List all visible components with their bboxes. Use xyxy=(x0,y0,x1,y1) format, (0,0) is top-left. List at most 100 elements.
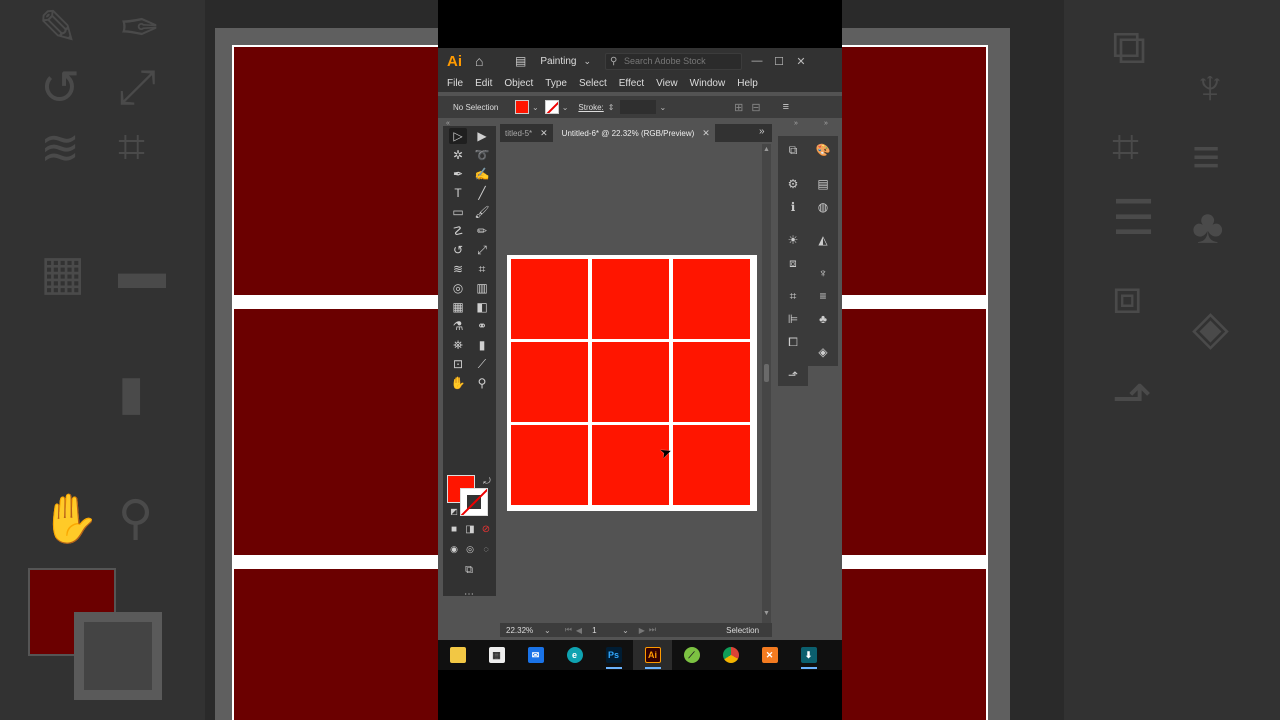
red-rectangle[interactable] xyxy=(592,425,669,505)
chevron-down-icon[interactable]: ⌄ xyxy=(659,103,666,112)
red-rectangle[interactable] xyxy=(511,342,588,422)
chevron-down-icon[interactable]: ⌄ xyxy=(544,626,551,635)
menu-select[interactable]: Select xyxy=(579,78,607,89)
more-tools-icon[interactable]: ⋯ xyxy=(460,587,478,603)
blend-icon[interactable]: ⚭ xyxy=(473,318,491,334)
menu-edit[interactable]: Edit xyxy=(475,78,492,89)
menu-window[interactable]: Window xyxy=(690,78,726,89)
scale-icon[interactable]: ⤢ xyxy=(473,242,491,258)
shaper-icon[interactable]: ☡ xyxy=(449,223,467,239)
warp-icon[interactable]: ≋ xyxy=(449,261,467,277)
red-rectangle[interactable] xyxy=(592,259,669,339)
properties-panel-icon[interactable]: ⚙ xyxy=(784,176,802,192)
default-fill-stroke-icon[interactable]: ◩ xyxy=(445,504,463,520)
stroke-label[interactable]: Stroke: xyxy=(578,103,603,112)
artboard-icon[interactable]: ⊡ xyxy=(449,356,467,372)
close-icon[interactable]: ✕ xyxy=(540,128,548,139)
menu-type[interactable]: Type xyxy=(545,78,567,89)
layers-panel-icon[interactable]: ◈ xyxy=(814,344,832,360)
next-artboard-icon[interactable]: ▶ xyxy=(639,626,645,635)
last-artboard-icon[interactable]: ⏭ xyxy=(649,625,656,635)
stroke-weight-field[interactable] xyxy=(620,100,657,114)
swatches-panel-icon[interactable]: ▤ xyxy=(814,176,832,192)
symbol-sprayer-icon[interactable]: ⛯ xyxy=(449,337,467,353)
scrollbar-thumb[interactable] xyxy=(764,364,769,382)
type-icon[interactable]: T xyxy=(449,185,467,201)
edge-button[interactable]: e xyxy=(555,640,594,670)
rotate-icon[interactable]: ↺ xyxy=(449,242,467,258)
chrome-button[interactable] xyxy=(711,640,750,670)
vertical-scrollbar[interactable]: ▲ ▼ xyxy=(762,144,771,623)
home-icon[interactable]: ⌂ xyxy=(475,54,489,68)
draw-inside-icon[interactable]: ◌ xyxy=(477,541,495,557)
tab-untitled-5[interactable]: titled-5* ✕ xyxy=(500,124,553,142)
stroke-weight-spinner-icon[interactable]: ⇕ xyxy=(608,103,615,112)
curvature-icon[interactable]: ✍ xyxy=(473,166,491,182)
chevron-down-icon[interactable]: ⌄ xyxy=(622,626,629,635)
shape-builder-icon[interactable]: ◎ xyxy=(449,280,467,296)
microsoft-store-button[interactable]: ▦ xyxy=(477,640,516,670)
slice-icon[interactable]: ⟋ xyxy=(473,356,491,372)
info-panel-icon[interactable]: ℹ xyxy=(784,199,802,215)
green-app-button[interactable]: ⟋ xyxy=(672,640,711,670)
stroke-color-swatch[interactable] xyxy=(544,100,559,114)
red-rectangle[interactable] xyxy=(592,342,669,422)
line-segment-icon[interactable]: ╱ xyxy=(473,185,491,201)
stroke-swatch[interactable] xyxy=(460,488,488,516)
mail-button[interactable]: ✉ xyxy=(516,640,555,670)
zoom-icon[interactable]: ⚲ xyxy=(473,375,491,391)
perspective-grid-icon[interactable]: ▥ xyxy=(473,280,491,296)
color-panel-icon[interactable]: 🎨 xyxy=(814,142,832,158)
gradient-icon[interactable]: ◧ xyxy=(473,299,491,315)
chevron-down-icon[interactable]: ⌄ xyxy=(532,103,539,112)
eyedropper-icon[interactable]: ⚗ xyxy=(449,318,467,334)
arrange-documents-icon[interactable]: ▤ xyxy=(515,54,526,68)
previous-artboard-icon[interactable]: ◀ xyxy=(576,626,582,635)
pathfinder-panel-icon[interactable]: ⧠ xyxy=(784,334,802,350)
stroke-panel-icon[interactable]: ≡ xyxy=(814,288,832,304)
appearance-panel-icon[interactable]: ☀ xyxy=(784,232,802,248)
tab-untitled-6[interactable]: Untitled-6* @ 22.32% (RGB/Preview) ✕ xyxy=(552,124,715,142)
first-artboard-icon[interactable]: ⏮ xyxy=(565,625,572,635)
paintbrush-icon[interactable]: 🖌 xyxy=(473,204,491,220)
search-adobe-stock-input[interactable]: ⚲ Search Adobe Stock xyxy=(605,52,743,70)
transform-panel-icon[interactable]: ⌗ xyxy=(784,288,802,304)
minimize-button[interactable]: — xyxy=(746,55,768,67)
color-guide-icon[interactable]: ◍ xyxy=(814,199,832,215)
menu-view[interactable]: View xyxy=(656,78,678,89)
red-rectangle[interactable] xyxy=(673,425,750,505)
symbols-panel-icon[interactable]: ♣ xyxy=(814,311,832,327)
puppet-warp-icon[interactable]: ♆ xyxy=(814,265,832,281)
swap-fill-stroke-icon[interactable]: ⤾ xyxy=(478,473,496,489)
menu-file[interactable]: File xyxy=(447,78,463,89)
menu-object[interactable]: Object xyxy=(504,78,533,89)
magic-wand-icon[interactable]: ✲ xyxy=(449,147,467,163)
photoshop-button[interactable]: Ps xyxy=(594,640,633,670)
scroll-down-icon[interactable]: ▼ xyxy=(763,610,770,617)
menu-help[interactable]: Help xyxy=(737,78,758,89)
red-rectangle[interactable] xyxy=(673,259,750,339)
free-transform-icon[interactable]: ⌗ xyxy=(473,261,491,277)
pencil-icon[interactable]: ✏ xyxy=(473,223,491,239)
column-graph-icon[interactable]: ▮ xyxy=(473,337,491,353)
red-rectangle[interactable] xyxy=(511,425,588,505)
collapse-panel-icon[interactable]: » xyxy=(824,120,828,127)
artboard[interactable] xyxy=(507,255,757,511)
workspace-switcher[interactable]: Painting xyxy=(540,56,576,67)
align-panel-icon[interactable]: ⊫ xyxy=(784,311,802,327)
export-panel-icon[interactable]: ⬏ xyxy=(784,367,802,383)
red-rectangle[interactable] xyxy=(511,259,588,339)
selection-tool-icon[interactable]: ▷ xyxy=(449,128,467,144)
canvas-area[interactable]: ➤ xyxy=(500,144,760,623)
lasso-icon[interactable]: ➰ xyxy=(473,147,491,163)
mesh-icon[interactable]: ▦ xyxy=(449,299,467,315)
red-rectangle[interactable] xyxy=(673,342,750,422)
direct-selection-tool-icon[interactable]: ▶ xyxy=(473,128,491,144)
file-explorer-button[interactable] xyxy=(438,640,477,670)
orange-app-button[interactable]: ✕ xyxy=(750,640,789,670)
close-icon[interactable]: ✕ xyxy=(702,128,710,139)
panel-menu-icon[interactable]: ≡ xyxy=(783,101,789,113)
screen-mode-icon[interactable]: ⧉ xyxy=(460,562,478,578)
chevron-down-icon[interactable]: ⌄ xyxy=(562,103,569,112)
teal-app-button[interactable]: ⬇ xyxy=(789,640,828,670)
